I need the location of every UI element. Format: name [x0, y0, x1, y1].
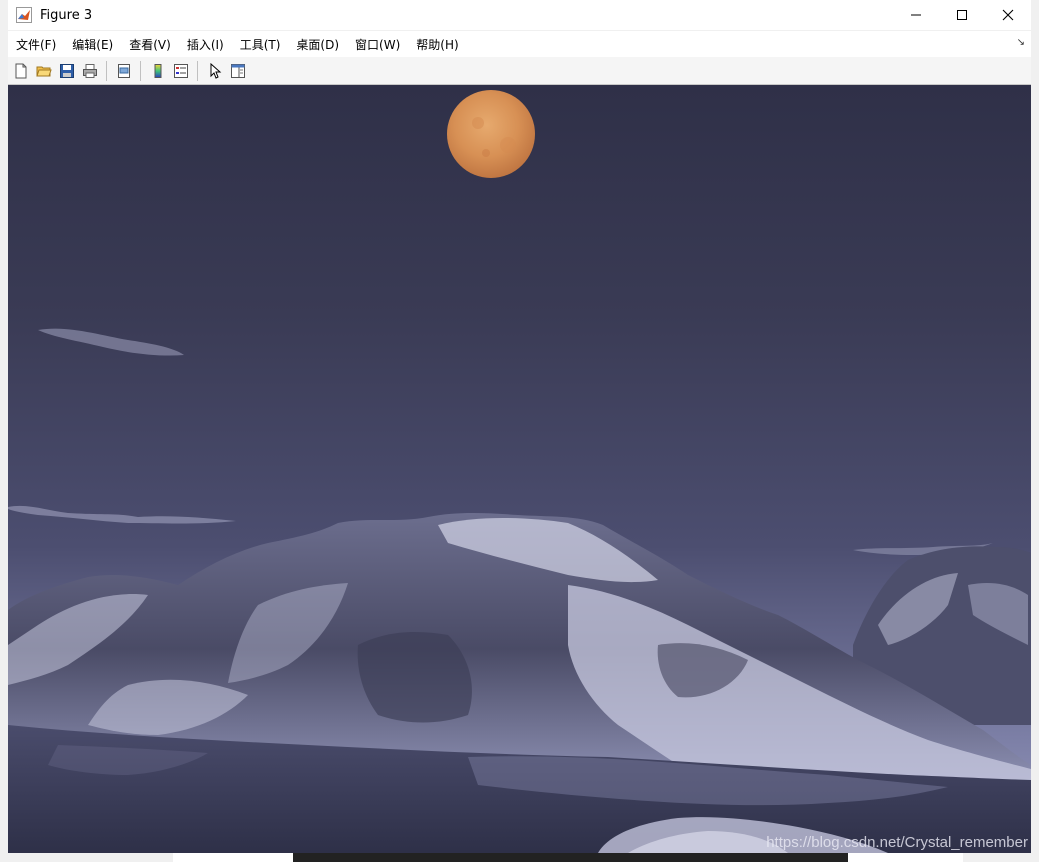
moon — [447, 90, 535, 178]
menu-bar: 文件(F) 编辑(E) 查看(V) 插入(I) 工具(T) 桌面(D) 窗口(W… — [8, 31, 1031, 58]
maximize-button[interactable] — [939, 0, 985, 30]
landscape-scene — [8, 90, 1031, 853]
print-preview-icon[interactable] — [114, 61, 134, 81]
menu-file[interactable]: 文件(F) — [8, 36, 64, 53]
menu-insert[interactable]: 插入(I) — [179, 36, 232, 53]
figure-image: https://blog.csdn.net/Crystal_remember — [8, 85, 1031, 853]
print-icon[interactable] — [80, 61, 100, 81]
menu-tools[interactable]: 工具(T) — [232, 36, 289, 53]
menu-desktop[interactable]: 桌面(D) — [288, 36, 347, 53]
open-file-icon[interactable] — [34, 61, 54, 81]
bottom-strip — [8, 853, 1031, 862]
colorbar-icon[interactable] — [148, 61, 168, 81]
minimize-button[interactable] — [893, 0, 939, 30]
figure-window: Figure 3 文件(F) 编辑(E) 查看(V) 插入(I) 工具(T) 桌… — [0, 0, 1039, 862]
menu-window[interactable]: 窗口(W) — [347, 36, 408, 53]
legend-icon[interactable] — [171, 61, 191, 81]
edit-plot-icon[interactable] — [205, 61, 225, 81]
dock-arrow-icon[interactable]: ↘ — [1017, 37, 1025, 48]
close-button[interactable] — [985, 0, 1031, 30]
property-editor-icon[interactable] — [228, 61, 248, 81]
toolbar-separator — [106, 60, 107, 81]
new-figure-icon[interactable] — [11, 61, 31, 81]
matlab-icon — [16, 7, 32, 23]
watermark-text: https://blog.csdn.net/Crystal_remember — [766, 834, 1028, 851]
window-title: Figure 3 — [40, 7, 93, 23]
cloud — [8, 505, 236, 524]
menu-help[interactable]: 帮助(H) — [408, 36, 466, 53]
cloud — [38, 328, 184, 356]
menu-view[interactable]: 查看(V) — [121, 36, 179, 53]
save-icon[interactable] — [57, 61, 77, 81]
toolbar-separator — [140, 60, 141, 81]
figure-toolbar — [8, 57, 1031, 85]
toolbar-separator — [197, 60, 198, 81]
title-bar: Figure 3 — [8, 0, 1031, 30]
menu-edit[interactable]: 编辑(E) — [64, 36, 121, 53]
